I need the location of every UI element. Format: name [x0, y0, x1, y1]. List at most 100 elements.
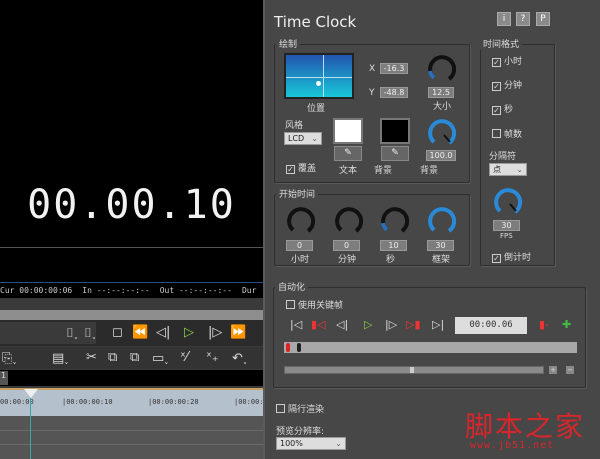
hour-knob[interactable]: [284, 204, 316, 236]
separator-select[interactable]: 点 ⌄: [489, 163, 527, 176]
paste-icon[interactable]: ⧉: [130, 350, 139, 365]
checkbox-icon: [276, 404, 285, 413]
eyedropper-icon: ✎: [344, 148, 352, 158]
interlace-label: 隔行渲染: [288, 405, 325, 415]
go-end-icon[interactable]: ▷|: [432, 318, 444, 331]
save-icon[interactable]: ▤˯: [52, 350, 69, 366]
use-keyframes-checkbox[interactable]: 使用关键帧: [286, 298, 343, 311]
bg-color-swatch[interactable]: [380, 118, 410, 144]
minute-knob[interactable]: [332, 204, 364, 236]
timeline-ruler[interactable]: 00:00:00 |00:00:00:10 |00:00:00:20 |00:0…: [0, 388, 264, 416]
frames-checkbox[interactable]: 帧数: [492, 127, 522, 140]
add-keyframe-icon[interactable]: ✚: [562, 318, 571, 331]
play-icon[interactable]: ▷: [184, 325, 194, 340]
checkbox-icon: ✓: [492, 58, 501, 67]
copy-icon[interactable]: ⧉: [108, 350, 117, 365]
zoom-in-button[interactable]: +: [549, 366, 557, 374]
position-pad[interactable]: [284, 53, 354, 99]
x-field[interactable]: -16.3: [380, 63, 408, 74]
checkbox-icon: ✓: [492, 106, 501, 115]
prev-frame-icon[interactable]: ◁|: [336, 318, 348, 331]
delete-icon[interactable]: ˣ⁄: [180, 350, 188, 365]
position-handle[interactable]: [316, 81, 321, 86]
automation-scrollbar[interactable]: [284, 366, 544, 374]
minute-label: 分钟: [338, 255, 357, 265]
step-back-icon[interactable]: ◁|: [156, 325, 170, 340]
second-checkbox[interactable]: ✓ 秒: [492, 102, 513, 115]
minute-field[interactable]: 0: [333, 240, 360, 251]
eyedropper-icon: ✎: [391, 148, 399, 158]
opacity-field[interactable]: 100.0: [426, 150, 456, 161]
frame-label: 框架: [432, 255, 451, 265]
minute-checkbox[interactable]: ✓ 分钟: [492, 78, 522, 91]
frame-field[interactable]: 30: [427, 240, 454, 251]
help-button[interactable]: ?: [516, 12, 530, 26]
next-keyframe-icon[interactable]: ▷▮: [406, 318, 421, 331]
undo-icon[interactable]: ↶˯: [232, 350, 247, 366]
time-format-label: 时间格式: [480, 37, 523, 50]
mark-out-icon[interactable]: ⌷˯: [84, 325, 96, 341]
keyframe-time-field[interactable]: 00:00.06: [455, 317, 527, 334]
divider: [0, 247, 263, 248]
y-label: Y: [369, 88, 375, 98]
size-field[interactable]: 12.5: [428, 87, 454, 98]
fps-field[interactable]: 30: [493, 220, 520, 231]
text-eyedropper-button[interactable]: ✎: [334, 146, 362, 161]
start-time-label: 开始时间: [276, 187, 319, 200]
step-forward-icon[interactable]: |▷: [208, 325, 222, 340]
minute-format-label: 分钟: [504, 81, 523, 91]
bg-eyedropper-button[interactable]: ✎: [381, 146, 409, 161]
fast-forward-icon[interactable]: ⏩: [230, 325, 246, 340]
countdown-checkbox[interactable]: ✓ 倒计时: [492, 250, 531, 263]
second-field[interactable]: 10: [380, 240, 407, 251]
timecode-info-bar: Cur 00:00:00:06 In --:--:--:-- Out --:--:-…: [0, 282, 263, 298]
cut-icon[interactable]: ✂: [86, 350, 97, 365]
resolution-select[interactable]: 100% ⌄: [276, 437, 346, 450]
transport-toolbar: ⌷˯ ⌷˯ ◻ ⏪ ◁| ▷ |▷ ⏩: [0, 320, 263, 346]
overlay-checkbox[interactable]: ✓ 覆盖: [286, 161, 316, 174]
stop-icon[interactable]: ◻: [112, 325, 123, 340]
scrub-bar[interactable]: [0, 310, 263, 320]
opacity-knob[interactable]: [425, 116, 457, 148]
fps-knob[interactable]: [491, 185, 523, 217]
second-knob[interactable]: [378, 204, 410, 236]
hour-checkbox[interactable]: ✓ 小时: [492, 54, 522, 67]
keyframe-track[interactable]: [284, 342, 577, 353]
text-color-swatch[interactable]: [333, 118, 363, 144]
fps-label: FPS: [500, 232, 513, 240]
timeline-tab[interactable]: 1: [0, 371, 8, 385]
ruler-tick: |00:00:00:10: [62, 398, 113, 406]
interlace-checkbox[interactable]: 隔行渲染: [276, 402, 324, 415]
position-label: 位置: [307, 104, 326, 114]
playhead[interactable]: [24, 389, 38, 398]
ripple-delete-icon[interactable]: ˣ₊: [206, 350, 219, 365]
mark-in-icon[interactable]: ⌷˯: [66, 325, 78, 341]
style-select[interactable]: LCD ⌄: [284, 132, 322, 145]
frame-knob[interactable]: [425, 204, 457, 236]
checkbox-icon: ✓: [492, 82, 501, 91]
prev-keyframe-icon[interactable]: ▮◁: [311, 318, 326, 331]
remove-keyframe-icon[interactable]: ▮-: [539, 318, 549, 331]
keyframe-marker[interactable]: [286, 343, 290, 352]
insert-icon[interactable]: ⎘˯: [2, 350, 17, 366]
cur-time: Cur 00:00:00:06: [0, 286, 73, 295]
go-start-icon[interactable]: |◁: [290, 318, 302, 331]
next-frame-icon[interactable]: |▷: [385, 318, 397, 331]
play-icon[interactable]: ▷: [364, 318, 372, 331]
rewind-icon[interactable]: ⏪: [132, 325, 148, 340]
y-field[interactable]: -48.8: [380, 87, 408, 98]
link-icon[interactable]: ▭˯: [152, 350, 169, 366]
current-position-marker[interactable]: [297, 343, 301, 352]
hour-field[interactable]: 0: [286, 240, 313, 251]
size-knob[interactable]: [425, 52, 457, 84]
text-color-label: 文本: [339, 166, 358, 176]
x-label: X: [369, 64, 376, 74]
preset-button[interactable]: P: [536, 12, 550, 26]
dur-time: Dur: [241, 286, 257, 295]
info-button[interactable]: i: [497, 12, 511, 26]
scrollbar-thumb[interactable]: [410, 367, 414, 373]
zoom-out-button[interactable]: −: [566, 366, 574, 374]
hour-format-label: 小时: [504, 57, 523, 67]
timeline-tracks[interactable]: [0, 416, 263, 459]
hour-label: 小时: [291, 255, 310, 265]
